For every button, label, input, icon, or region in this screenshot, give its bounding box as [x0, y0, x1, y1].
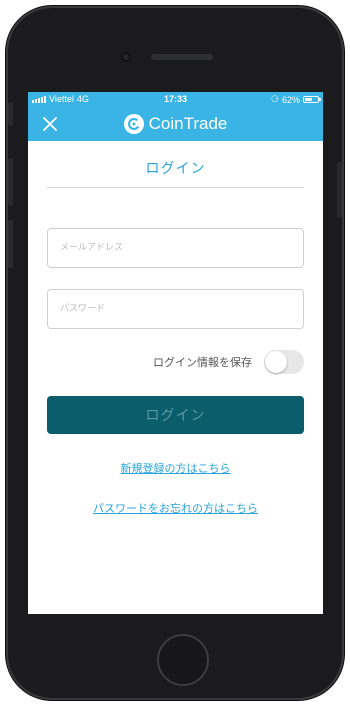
app-header: CoinTrade	[28, 108, 323, 141]
headphone-icon: ⚆	[270, 94, 279, 104]
remember-toggle[interactable]	[264, 350, 304, 374]
title-divider	[47, 187, 304, 188]
toggle-knob	[265, 351, 287, 373]
forgot-password-link[interactable]: パスワードをお忘れの方はこちら	[28, 500, 323, 516]
brand: CoinTrade	[28, 114, 323, 134]
password-field[interactable]	[47, 289, 304, 329]
app-name: CoinTrade	[148, 114, 228, 133]
power-button	[337, 162, 342, 218]
status-bar: Viettel 4G 17:33 ⚆ 62%	[28, 92, 323, 108]
battery-percent: 62%	[281, 94, 300, 105]
status-right: ⚆ 62%	[270, 94, 321, 105]
remember-label: ログイン情報を保存	[153, 356, 252, 369]
app-screen: Viettel 4G 17:33 ⚆ 62% CoinTrade ログイン メー…	[28, 92, 323, 614]
remember-row: ログイン情報を保存	[153, 350, 304, 374]
front-camera	[121, 52, 131, 62]
volume-down-button	[8, 220, 13, 268]
battery-icon	[303, 96, 321, 103]
login-button[interactable]: ログイン	[47, 396, 304, 434]
email-field[interactable]	[47, 228, 304, 268]
page-title: ログイン	[145, 161, 206, 177]
battery-fill	[305, 98, 313, 101]
earpiece-speaker	[151, 54, 213, 60]
home-button[interactable]	[157, 634, 209, 686]
cointrade-logo-icon	[123, 114, 144, 134]
volume-up-button	[8, 158, 13, 206]
mute-switch	[8, 102, 13, 126]
register-link[interactable]: 新規登録の方はこちら	[28, 460, 323, 476]
